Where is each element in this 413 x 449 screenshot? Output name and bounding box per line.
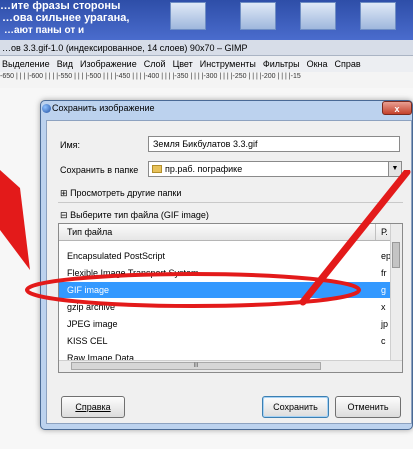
- expand-icon: ⊞: [60, 188, 68, 198]
- name-label: Имя:: [60, 140, 81, 150]
- filetype-name: Encapsulated PostScript: [67, 251, 166, 261]
- menu-item-image[interactable]: Изображение: [80, 59, 137, 69]
- menu-item-color[interactable]: Цвет: [173, 59, 193, 69]
- close-button[interactable]: x: [382, 101, 412, 115]
- gimp-icon: [42, 104, 51, 113]
- collapse-icon: ⊟: [60, 210, 68, 220]
- browse-folders-expander[interactable]: ⊞ Просмотреть другие папки: [60, 188, 181, 199]
- filetype-name: KISS CEL: [67, 336, 108, 346]
- cancel-button-label: Отменить: [347, 402, 389, 412]
- menu-item-select[interactable]: Выделение: [2, 59, 50, 69]
- menu-item-view[interactable]: Вид: [57, 59, 73, 69]
- doc-line-2: …ова сильнее урагана,: [2, 12, 130, 24]
- menubar: Выделение Вид Изображение Слой Цвет Инструмен…: [0, 56, 413, 72]
- folder-value: пр.раб. пографике: [165, 164, 243, 174]
- column-header-type[interactable]: Тип файла: [67, 224, 112, 240]
- horizontal-scrollbar[interactable]: III: [59, 360, 402, 372]
- folder-icon: [152, 165, 162, 173]
- thumbnail-icon: [240, 2, 276, 30]
- thumbnail-icon: [170, 2, 206, 30]
- doc-line-3: …ают паны от и: [4, 25, 85, 36]
- filetype-name: JPEG image: [67, 319, 118, 329]
- help-button-label: Справка: [75, 402, 111, 412]
- annotation-line-icon: [299, 170, 411, 306]
- menu-item-tools[interactable]: Инструменты: [200, 59, 256, 69]
- filetype-ext: c: [381, 336, 386, 346]
- background-document: …ите фразы стороны …ова сильнее урагана,…: [0, 0, 413, 40]
- scroll-thumb[interactable]: III: [71, 362, 321, 370]
- filetype-ext: jp: [381, 319, 389, 329]
- window-titlebar: …ов 3.3.gif-1.0 (индексированное, 14 сло…: [0, 40, 413, 56]
- filetype-expander[interactable]: ⊟ Выберите тип файла (GIF image): [60, 210, 209, 221]
- menu-item-filters[interactable]: Фильтры: [263, 59, 300, 69]
- doc-line-1: …ите фразы стороны: [0, 0, 121, 12]
- save-in-label: Сохранить в папке: [60, 165, 139, 175]
- browse-label: Просмотреть другие папки: [70, 188, 182, 198]
- thumbnail-icon: [360, 2, 396, 30]
- dialog-title: Сохранить изображение: [52, 103, 155, 113]
- list-item[interactable]: JPEG image jp: [59, 316, 402, 332]
- help-button[interactable]: Справка: [61, 396, 125, 418]
- annotation-arrow-icon: [0, 170, 30, 270]
- filetype-label: Выберите тип файла (GIF image): [70, 210, 209, 220]
- thumbnail-icon: [300, 2, 336, 30]
- filename-input[interactable]: Земля Бикбулатов 3.3.gif: [148, 136, 400, 152]
- cancel-button[interactable]: Отменить: [335, 396, 401, 418]
- menu-item-help[interactable]: Справ: [335, 59, 361, 69]
- menu-item-windows[interactable]: Окна: [307, 59, 328, 69]
- save-button[interactable]: Сохранить: [262, 396, 329, 418]
- save-button-label: Сохранить: [273, 402, 318, 412]
- list-item[interactable]: KISS CEL c: [59, 333, 402, 349]
- menu-item-layer[interactable]: Слой: [144, 59, 166, 69]
- horizontal-ruler: -650 | | | |-600 | | | |-550 | | | |-500…: [0, 72, 413, 89]
